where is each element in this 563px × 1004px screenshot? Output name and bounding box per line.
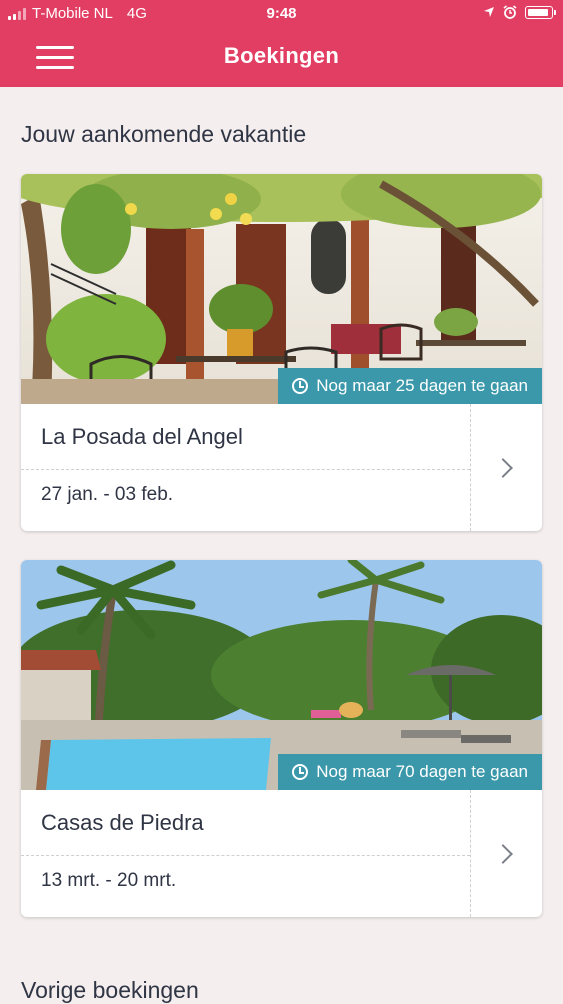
chevron-right-icon xyxy=(493,843,513,864)
divider xyxy=(21,468,470,470)
booking-card[interactable]: Nog maar 25 dagen te gaan La Posada del … xyxy=(21,174,542,531)
clock-icon xyxy=(292,378,309,394)
booking-info: Casas de Piedra 13 mrt. - 20 mrt. xyxy=(21,790,470,917)
open-booking-button[interactable] xyxy=(470,404,542,531)
booking-dates: 27 jan. - 03 feb. xyxy=(41,484,174,505)
booking-card[interactable]: Nog maar 70 dagen te gaan Casas de Piedr… xyxy=(21,560,542,917)
clock-icon xyxy=(292,764,309,780)
pool-palm-trees-photo: Nog maar 70 dagen te gaan xyxy=(21,560,542,790)
booking-name: La Posada del Angel xyxy=(41,424,243,449)
alarm-icon xyxy=(503,5,517,19)
divider xyxy=(21,854,470,856)
countdown-badge: Nog maar 70 dagen te gaan xyxy=(278,754,542,790)
countdown-badge: Nog maar 25 dagen te gaan xyxy=(278,368,542,404)
courtyard-patio-photo: Nog maar 25 dagen te gaan xyxy=(21,174,542,404)
booking-info: La Posada del Angel 27 jan. - 03 feb. xyxy=(21,404,470,531)
status-time: 9:48 xyxy=(266,5,297,22)
countdown-text: Nog maar 25 dagen te gaan xyxy=(316,376,528,395)
countdown-text: Nog maar 70 dagen te gaan xyxy=(316,762,528,781)
location-arrow-icon xyxy=(484,7,494,17)
status-bar: T-Mobile NL 4G 9:48 xyxy=(0,0,563,28)
booking-dates: 13 mrt. - 20 mrt. xyxy=(41,870,177,891)
upcoming-section-heading: Jouw aankomende vakantie xyxy=(21,121,307,147)
app-header: Boekingen xyxy=(0,28,563,87)
open-booking-button[interactable] xyxy=(470,790,542,917)
chevron-right-icon xyxy=(493,457,513,478)
page-title: Boekingen xyxy=(223,43,340,68)
booking-name: Casas de Piedra xyxy=(41,810,204,835)
battery-icon xyxy=(525,5,556,19)
